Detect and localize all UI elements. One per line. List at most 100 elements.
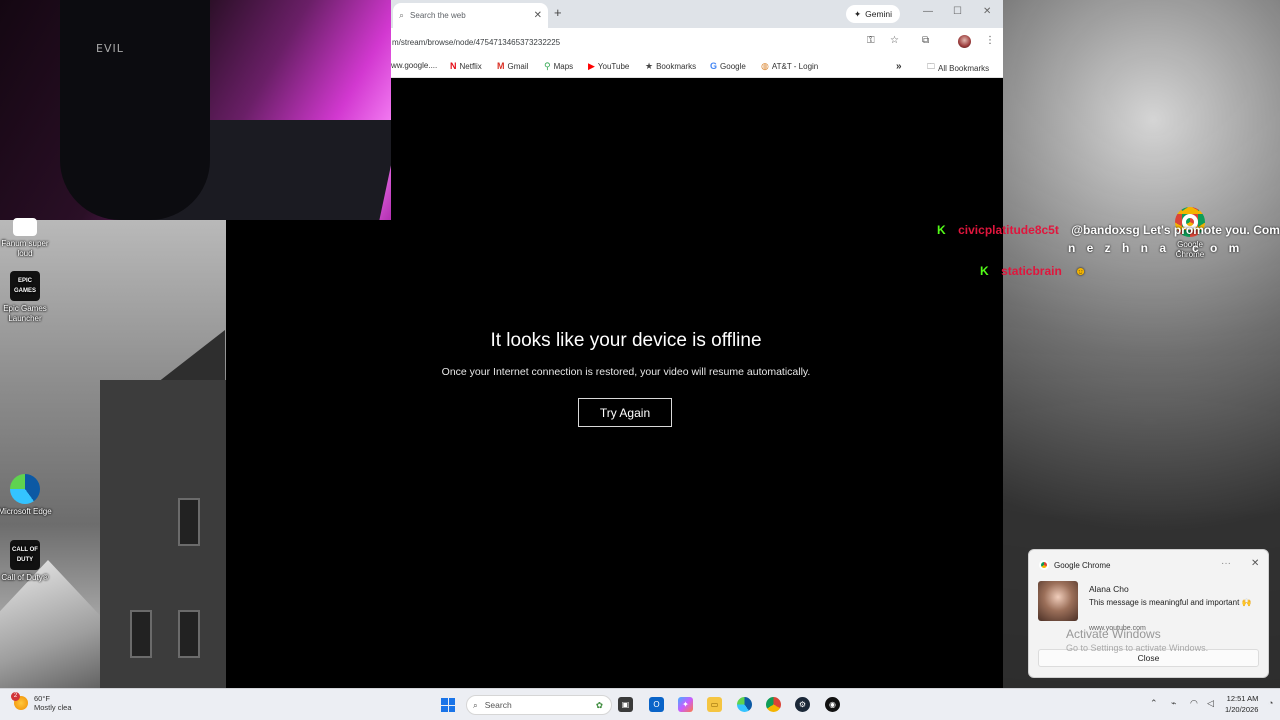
house-window xyxy=(178,610,200,658)
chat-message: K civicplatitude8c5t @bandoxsg Let's pro… xyxy=(937,221,1280,239)
minimize-icon[interactable]: — xyxy=(923,6,933,17)
webcam-overlay: EVIL xyxy=(0,0,391,220)
tab-search-icon[interactable]: ⧉ xyxy=(922,35,929,46)
chat-username: civicplatitude8c5t xyxy=(958,223,1059,237)
edge-icon xyxy=(10,474,40,504)
bookmark-gmail[interactable]: M Gmail xyxy=(497,61,528,71)
bookmark-bookmarks[interactable]: ★ Bookmarks xyxy=(645,61,696,72)
task-view-icon[interactable]: ▣ xyxy=(618,697,633,712)
copilot-icon[interactable]: ✦ xyxy=(678,697,693,712)
gemini-button[interactable]: ✦ Gemini xyxy=(846,5,901,23)
obs-icon[interactable]: ◉ xyxy=(825,697,840,712)
profile-avatar[interactable] xyxy=(958,35,971,48)
chat-text: @bandoxsg Let's promote you. Come xyxy=(1071,223,1280,237)
epic-games-icon: EPIC GAMES xyxy=(10,271,40,301)
maximize-icon[interactable]: ☐ xyxy=(953,6,962,17)
weather-temp: 60°F xyxy=(34,694,50,703)
activate-windows-subtitle: Go to Settings to activate Windows. xyxy=(1066,643,1209,653)
outlook-icon[interactable]: O xyxy=(649,697,664,712)
try-again-button[interactable]: Try Again xyxy=(578,398,672,427)
wallpaper-house xyxy=(100,380,226,688)
tab-strip: ⌕ Search the web ✕ + ✦ Gemini — ☐ ✕ xyxy=(391,0,1003,28)
youtube-icon: ▶ xyxy=(588,61,595,71)
chat-message: K staticbrain ☻ xyxy=(980,262,1087,280)
close-icon[interactable]: ✕ xyxy=(534,10,542,21)
weather-condition: Mostly clea xyxy=(34,703,72,712)
bookmark-google[interactable]: G Google xyxy=(710,61,746,71)
taskbar-search[interactable]: ⌕ Search ✿ xyxy=(466,695,612,715)
notification-app: Google Chrome xyxy=(1054,560,1111,570)
desktop-icon-edge[interactable]: Microsoft Edge xyxy=(0,474,53,517)
webcam-shirt-text: EVIL xyxy=(96,42,124,55)
more-options-icon[interactable]: ··· xyxy=(1221,558,1231,569)
sender-avatar xyxy=(1038,581,1078,621)
bookmark-att[interactable]: ◍ AT&T - Login xyxy=(761,61,818,72)
chrome-shortcut-icon xyxy=(13,218,37,236)
key-icon[interactable]: ⚿ xyxy=(867,35,875,46)
bookmark-star-icon[interactable]: ☆ xyxy=(890,35,899,46)
taskbar: 2 60°F Mostly clea ⌕ Search ✿ ▣ O ✦ ▭ ⚙ … xyxy=(0,688,1280,720)
gemini-label: Gemini xyxy=(865,9,893,19)
notification-bell-icon[interactable]: ◔ xyxy=(1268,698,1273,708)
clock-time: 12:51 AM xyxy=(1226,694,1259,703)
gmail-icon: M xyxy=(497,61,505,71)
chat-username: staticbrain xyxy=(1001,264,1062,278)
start-button[interactable] xyxy=(441,698,455,712)
browser-toolbar: m/stream/browse/node/4754713465373232225… xyxy=(391,28,1003,55)
desktop-icon-call-of-duty[interactable]: CALL OF DUTY Call of Duty® xyxy=(0,540,53,583)
bookmark-youtube[interactable]: ▶ YouTube xyxy=(588,61,629,72)
bookmark-netflix[interactable]: N Netflix xyxy=(450,61,482,71)
desktop-icon-epic-games[interactable]: EPIC GAMES Epic Games Launcher xyxy=(0,271,53,324)
netflix-icon: N xyxy=(450,61,457,71)
offline-title: It looks like your device is offline xyxy=(490,330,762,351)
folder-icon: 🗀 xyxy=(927,62,935,71)
house-window xyxy=(130,610,152,658)
chat-text-continued: n e z h n a . c o m xyxy=(1068,241,1244,255)
edge-icon[interactable] xyxy=(737,697,752,712)
search-highlight-icon: ✿ xyxy=(595,699,603,710)
chrome-icon xyxy=(1039,560,1049,570)
att-icon: ◍ xyxy=(761,61,769,71)
notification-sender: Alana Cho xyxy=(1089,584,1129,594)
search-icon: ⌕ xyxy=(473,699,478,710)
video-player[interactable]: It looks like your device is offline Onc… xyxy=(226,220,1003,688)
kick-icon: K xyxy=(937,223,946,237)
sparkle-icon: ✦ xyxy=(854,8,862,19)
weather-widget[interactable]: 2 60°F Mostly clea xyxy=(11,692,72,712)
weather-sun-icon: 2 xyxy=(11,692,28,710)
network-icon[interactable]: ⌁ xyxy=(1171,698,1176,709)
google-icon: G xyxy=(710,61,718,71)
call-of-duty-icon: CALL OF DUTY xyxy=(10,540,40,570)
address-url: m/stream/browse/node/4754713465373232225 xyxy=(392,37,561,47)
close-window-icon[interactable]: ✕ xyxy=(983,6,991,17)
wifi-icon[interactable]: ◠ xyxy=(1190,698,1198,709)
steam-icon[interactable]: ⚙ xyxy=(795,697,810,712)
bookmark-google-truncated[interactable]: ww.google.... xyxy=(391,61,437,70)
all-bookmarks-button[interactable]: 🗀 All Bookmarks xyxy=(927,61,989,75)
show-hidden-icons-icon[interactable]: ⌃ xyxy=(1150,698,1158,709)
address-bar[interactable]: m/stream/browse/node/4754713465373232225 xyxy=(391,32,861,52)
weather-badge: 2 xyxy=(11,692,20,701)
notification-header: Google Chrome xyxy=(1039,560,1110,570)
file-explorer-icon[interactable]: ▭ xyxy=(707,697,722,712)
chrome-notification[interactable]: Google Chrome ··· ✕ Alana Cho This messa… xyxy=(1028,549,1269,678)
bookmarks-bar: ww.google.... N Netflix M Gmail ⚲ Maps ▶… xyxy=(391,55,1003,78)
activate-windows-title: Activate Windows xyxy=(1066,627,1161,641)
system-clock[interactable]: 12:51 AM 1/20/2026 xyxy=(1225,693,1258,715)
chrome-icon[interactable] xyxy=(766,697,781,712)
desktop-icon-fanum[interactable]: Fanum super loud xyxy=(0,218,53,259)
volume-icon[interactable]: ◁ xyxy=(1207,698,1214,709)
tab-title: Search the web xyxy=(410,11,466,20)
emote-icon: ☻ xyxy=(1074,264,1087,278)
close-icon[interactable]: ✕ xyxy=(1251,558,1259,569)
new-tab-button[interactable]: + xyxy=(554,5,562,20)
more-menu-icon[interactable]: ⋮ xyxy=(985,35,995,46)
star-icon: ★ xyxy=(645,61,654,71)
clock-date: 1/20/2026 xyxy=(1225,705,1259,714)
tab-search-the-web[interactable]: ⌕ Search the web ✕ xyxy=(393,3,548,28)
offline-subtitle: Once your Internet connection is restore… xyxy=(441,366,811,378)
bookmark-maps[interactable]: ⚲ Maps xyxy=(544,61,573,72)
video-top-region xyxy=(391,81,1003,220)
bookmarks-overflow-icon[interactable]: » xyxy=(896,61,902,72)
search-icon: ⌕ xyxy=(399,10,405,20)
